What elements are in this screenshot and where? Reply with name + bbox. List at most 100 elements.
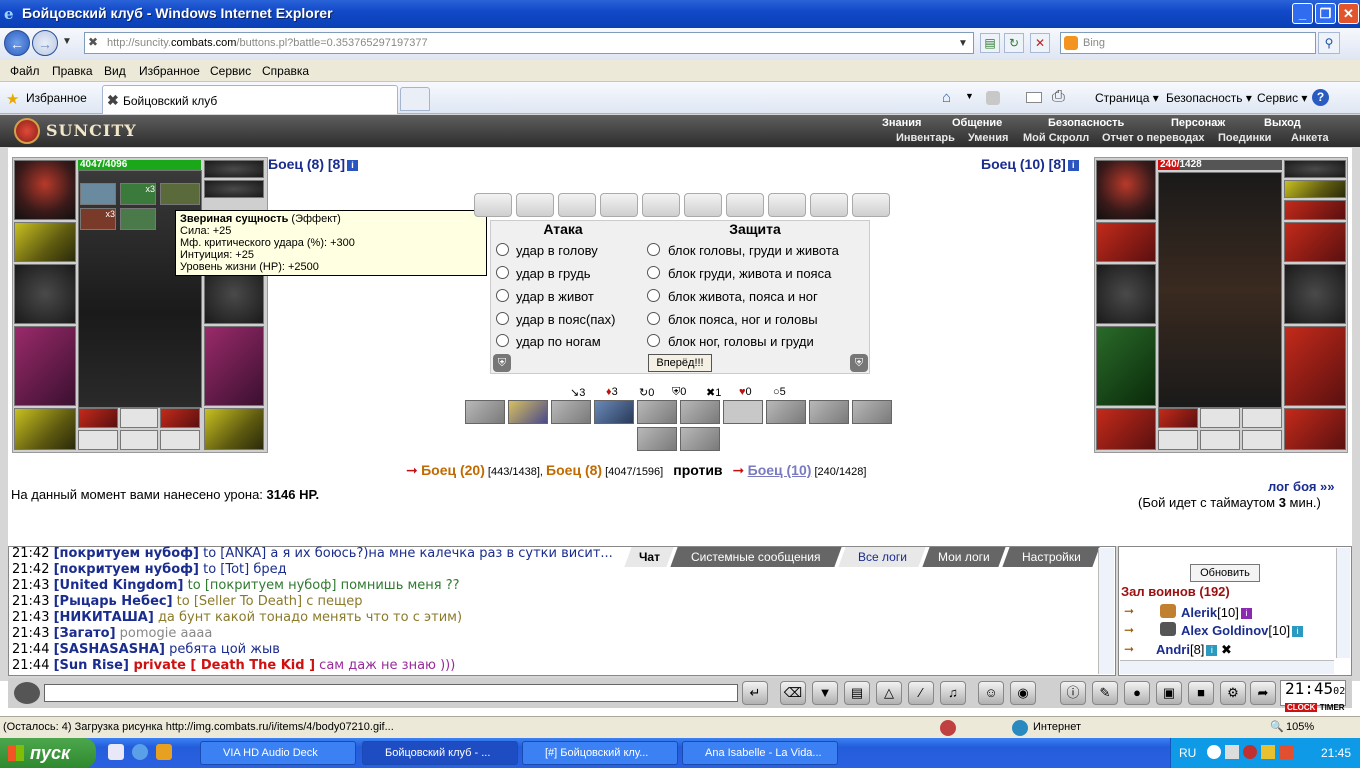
chat-input[interactable] [44, 684, 738, 702]
minimize-button[interactable]: _ [1292, 3, 1313, 24]
enemy-weapon-slot[interactable] [1096, 264, 1156, 324]
defense-label-4[interactable]: блок пояса, ног и головы [668, 312, 818, 327]
info-icon[interactable]: i [1206, 645, 1218, 657]
chat-message[interactable]: 21:43 [United Kingdom] to [покритуем нуб… [12, 578, 460, 593]
info-tool-icon[interactable]: ⓘ [1060, 681, 1086, 705]
close-window-button[interactable]: ✕ [1338, 3, 1359, 24]
bracers-slot[interactable] [14, 222, 76, 262]
nav-profile[interactable]: Анкета [1291, 132, 1329, 144]
chat-message[interactable]: 21:43 [НИКИТАША] да бунт какой тонадо ме… [12, 610, 462, 625]
info-icon[interactable]: i [347, 159, 359, 171]
quicklaunch-icon[interactable] [156, 744, 172, 760]
attack-groin-radio[interactable] [496, 312, 509, 325]
search-input[interactable]: Bing [1060, 32, 1316, 54]
address-dropdown-icon[interactable]: ▼ [958, 38, 968, 49]
tray-icon[interactable] [1243, 745, 1257, 759]
info-icon[interactable]: i [1292, 626, 1304, 638]
defense-radio-1[interactable] [647, 243, 660, 256]
defense-radio-2[interactable] [647, 266, 660, 279]
spell-slot[interactable] [723, 400, 763, 424]
player-row[interactable]: Andri[8] i ✖ [1156, 642, 1232, 658]
clear-icon[interactable]: ⌫ [780, 681, 806, 705]
feeds-icon[interactable] [986, 91, 1000, 105]
search-icon[interactable]: ⚲ [1318, 32, 1340, 54]
help-icon[interactable]: ? [1312, 89, 1329, 106]
menu-file[interactable]: Файл [10, 64, 40, 78]
right-fighter-name[interactable]: Боец (10) [8] i [981, 156, 1079, 172]
bag-icon[interactable]: ▣ [1156, 681, 1182, 705]
nav-duels[interactable]: Поединки [1218, 132, 1271, 144]
amulet-slot[interactable] [204, 160, 264, 178]
chat-nick[interactable]: [Рыцарь Небес] [54, 594, 173, 609]
enemy-boots-slot[interactable] [1284, 408, 1346, 450]
send-icon[interactable]: ↵ [742, 681, 768, 705]
settings-tool-icon[interactable]: ⚙ [1220, 681, 1246, 705]
forward-attack-button[interactable]: Вперёд!!! [648, 354, 712, 372]
task-music[interactable]: Ana Isabelle - La Vida... [682, 741, 838, 765]
shield-left-icon[interactable]: ⛨ [493, 354, 511, 372]
tray-icon[interactable] [1225, 745, 1239, 759]
scroll-slot[interactable] [642, 193, 680, 217]
tab-combats[interactable]: ✖ Бойцовский клуб [102, 85, 398, 114]
chat-recipient[interactable]: to [ANKA] [199, 546, 266, 561]
defense-label-5[interactable]: блок ног, головы и груди [668, 334, 814, 349]
empty-slot[interactable] [1242, 430, 1282, 450]
start-button[interactable]: пуск [0, 738, 96, 768]
chat-message[interactable]: 21:42 [покритуем нубоф] to [Tot] бред [12, 562, 287, 577]
leggings-slot[interactable] [204, 326, 264, 406]
attack-groin-label[interactable]: удар в пояс(пах) [516, 312, 615, 327]
maximize-button[interactable]: ❐ [1315, 3, 1336, 24]
tab-system[interactable]: Системные сообщения [670, 547, 842, 567]
tools-menu[interactable]: Сервис ▾ [1257, 91, 1307, 105]
print-icon[interactable]: ⎙ [1052, 88, 1065, 106]
refresh-button[interactable]: Обновить [1190, 564, 1260, 582]
chat-message[interactable]: 21:44 [SASHASASHA] ребята цой жыв [12, 642, 280, 657]
menu-favorites[interactable]: Избранное [139, 64, 200, 78]
smiley-panel-icon[interactable] [14, 682, 40, 704]
chat-message[interactable]: 21:42 [покритуем нубоф] to [ANKA] а я их… [12, 546, 613, 561]
nav-skills[interactable]: Умения [968, 132, 1008, 144]
save-icon[interactable]: ▤ [844, 681, 870, 705]
chat-nick[interactable]: [НИКИТАША] [54, 610, 154, 625]
hall-scrollbar[interactable] [1336, 548, 1350, 658]
history-dropdown-icon[interactable]: ▼ [62, 36, 72, 47]
attack-head-label[interactable]: удар в голову [516, 243, 598, 258]
sound-icon[interactable]: ♫ [940, 681, 966, 705]
enemy-armor-slot[interactable] [1096, 326, 1156, 406]
attack-arrow-icon[interactable]: ➞ [1124, 604, 1134, 618]
scroll-slot[interactable] [600, 193, 638, 217]
tab-chat[interactable]: Чат [624, 547, 674, 567]
spell-slot[interactable] [465, 400, 505, 424]
enemy-ring-slot[interactable] [1284, 180, 1346, 198]
attack-belly-radio[interactable] [496, 289, 509, 302]
spell-slot[interactable] [508, 400, 548, 424]
enemy-belt-slot[interactable] [1096, 408, 1156, 450]
chat-recipient[interactable]: private [ Death The Kid ] [128, 658, 316, 673]
enemy-gloves-slot[interactable] [1284, 264, 1346, 324]
helmet-icon[interactable]: ◉ [1010, 681, 1036, 705]
menu-view[interactable]: Вид [104, 64, 126, 78]
battle-fighter-1[interactable]: Боец (20) [421, 462, 485, 478]
attack-head-radio[interactable] [496, 243, 509, 256]
chat-nick[interactable]: [покритуем нубоф] [54, 562, 199, 577]
defense-label-1[interactable]: блок головы, груди и живота [668, 243, 839, 258]
attack-legs-label[interactable]: удар по ногам [516, 334, 601, 349]
attack-chest-label[interactable]: удар в грудь [516, 266, 591, 281]
spell-slot[interactable] [551, 400, 591, 424]
defense-radio-4[interactable] [647, 312, 660, 325]
tray-icon[interactable] [1279, 745, 1293, 759]
task-combats-1[interactable]: Бойцовский клуб - ... [362, 741, 518, 765]
belt-slot[interactable] [14, 408, 76, 450]
tab-my-logs[interactable]: Мои логи [922, 547, 1006, 567]
tab-settings[interactable]: Настройки [1002, 547, 1100, 567]
empty-slot[interactable] [1200, 408, 1240, 428]
heal-item-slot[interactable] [78, 408, 118, 428]
enemy-helmet-slot[interactable] [1096, 160, 1156, 220]
enemy-amulet-slot[interactable] [1284, 160, 1346, 178]
spell-slot[interactable] [852, 400, 892, 424]
armor-slot[interactable] [14, 326, 76, 406]
chat-nick[interactable]: [SASHASASHA] [54, 642, 165, 657]
effect-icon[interactable] [160, 183, 200, 205]
defense-label-3[interactable]: блок живота, пояса и ног [668, 289, 818, 304]
chat-recipient[interactable]: to [Seller To Death] [173, 594, 302, 609]
